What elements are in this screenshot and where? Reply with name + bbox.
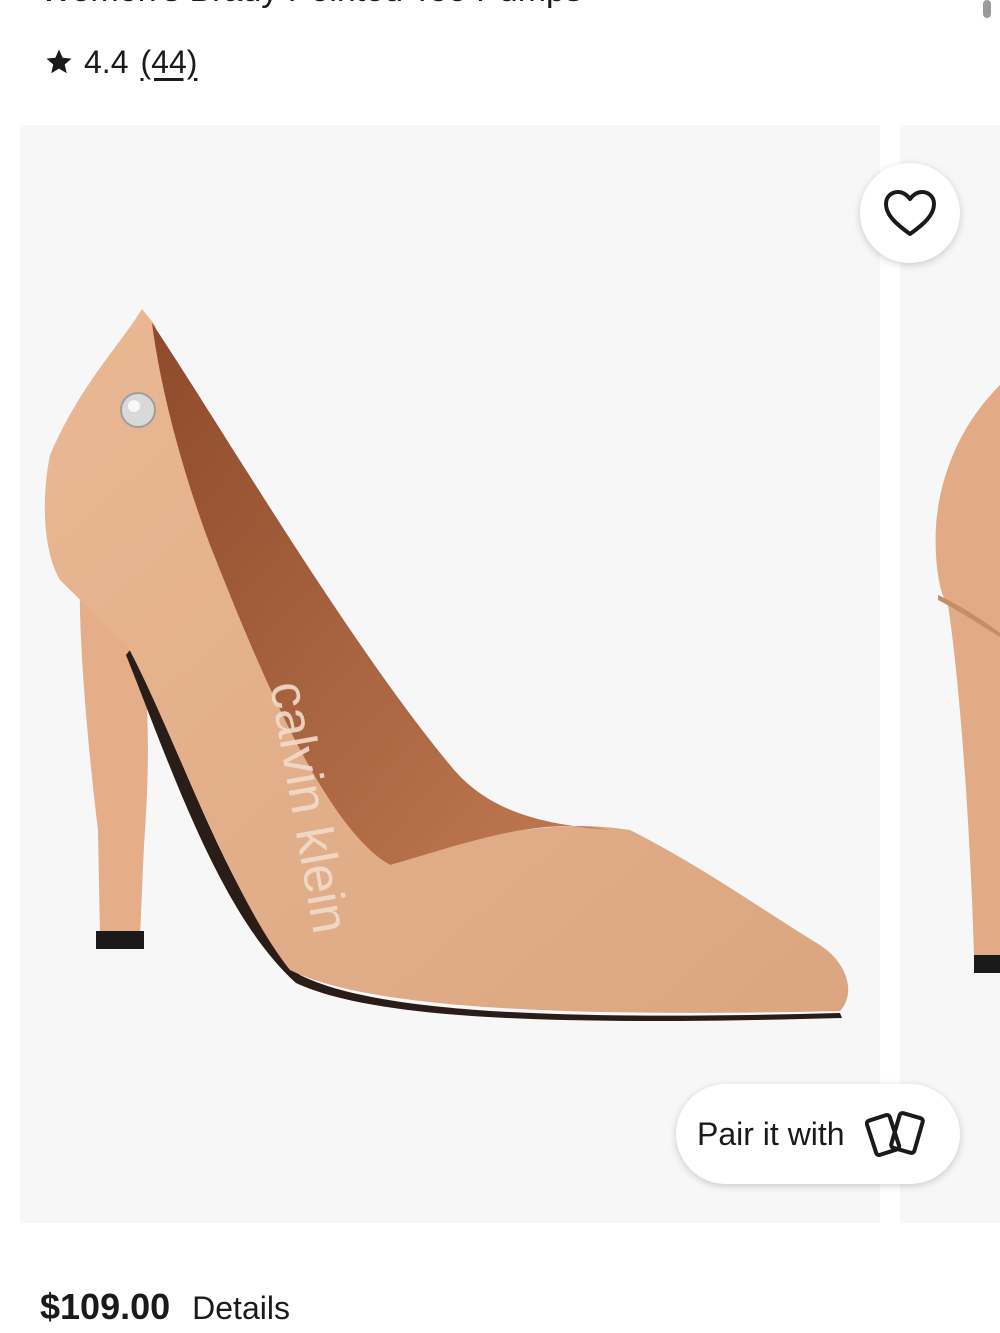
pair-it-with-button[interactable]: Pair it with — [676, 1084, 960, 1184]
scrollbar[interactable] — [983, 0, 991, 18]
price-row: $109.00 Details — [40, 1286, 290, 1330]
heart-icon — [884, 190, 936, 236]
product-price: $109.00 — [40, 1286, 171, 1327]
favorite-button[interactable] — [860, 163, 960, 263]
product-image-gallery[interactable]: calvin klein — [20, 125, 880, 1223]
product-image: calvin klein — [44, 309, 849, 1021]
product-title: Women's Brady Pointed Toe Pumps — [40, 0, 940, 10]
cards-icon — [864, 1111, 925, 1158]
review-count-link[interactable]: (44) — [140, 44, 197, 81]
details-link[interactable]: Details — [192, 1290, 290, 1327]
star-icon — [46, 49, 72, 74]
rating-value: 4.4 — [84, 43, 129, 80]
next-product-image[interactable] — [900, 125, 1000, 1223]
next-image-preview — [935, 385, 1000, 973]
rating-row[interactable]: 4.4 (44) — [44, 40, 197, 84]
gallery-divider — [880, 125, 900, 1223]
pair-it-with-label: Pair it with — [697, 1115, 845, 1152]
